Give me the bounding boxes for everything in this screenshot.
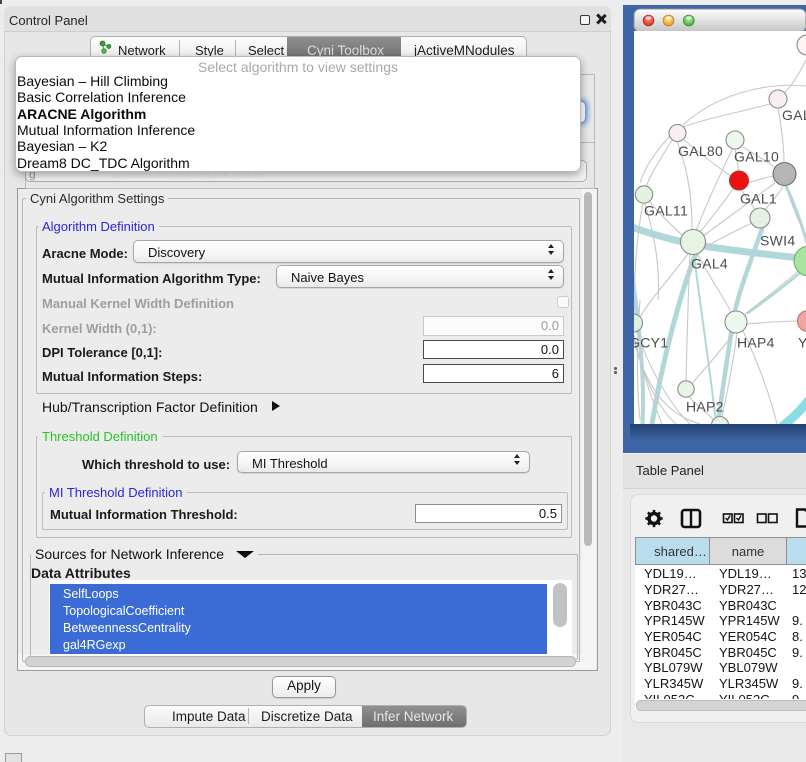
svg-text:GAL1: GAL1 — [740, 191, 777, 207]
svg-text:GAL4: GAL4 — [691, 256, 728, 272]
svg-text:GAL10: GAL10 — [734, 149, 779, 165]
svg-text:Y: Y — [798, 335, 806, 351]
svg-text:GAL7: GAL7 — [782, 107, 806, 123]
svg-text:GAL80: GAL80 — [678, 143, 723, 159]
svg-text:SWI4: SWI4 — [760, 233, 795, 249]
svg-text:GCY1: GCY1 — [629, 335, 668, 351]
svg-text:GAL11: GAL11 — [644, 203, 688, 219]
svg-text:HAP4: HAP4 — [737, 335, 775, 351]
svg-text:HAP2: HAP2 — [686, 399, 724, 415]
